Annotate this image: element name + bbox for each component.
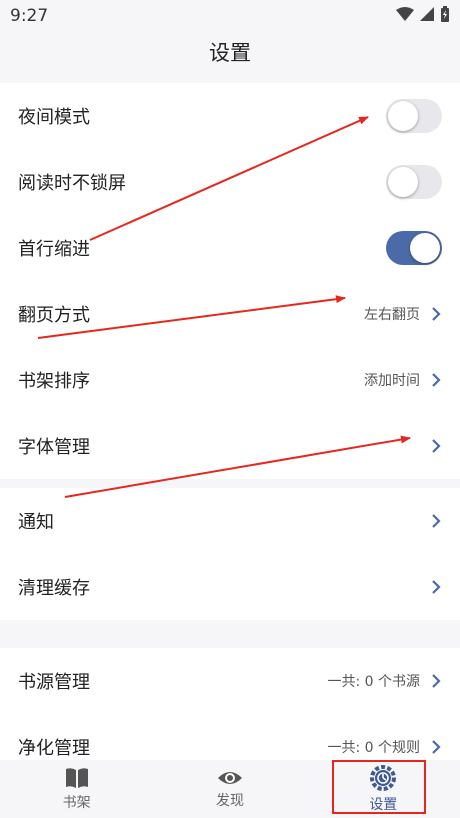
book-icon (65, 768, 88, 788)
setting-row-page-turn[interactable]: 翻页方式 左右翻页 (0, 281, 460, 347)
setting-label: 书源管理 (18, 672, 90, 693)
battery-icon (441, 6, 449, 22)
tab-discover[interactable]: 发现 (153, 760, 306, 818)
setting-row-book-source[interactable]: 书源管理 一共: 0 个书源 (0, 648, 460, 714)
status-bar: 9:27 (0, 0, 460, 32)
setting-value: 一共: 0 个规则 (327, 740, 420, 756)
signal-icon (420, 7, 434, 21)
page-title: 设置 (209, 41, 251, 65)
setting-value: 一共: 0 个书源 (327, 674, 420, 690)
title-bar: 设置 (0, 32, 460, 76)
chevron-right-icon (432, 514, 441, 528)
wifi-icon (396, 7, 414, 21)
night-mode-toggle[interactable] (386, 99, 442, 133)
setting-row-night-mode[interactable]: 夜间模式 (0, 83, 460, 149)
setting-value: 左右翻页 (364, 307, 420, 323)
toggle-knob (388, 101, 418, 131)
eye-icon (217, 772, 242, 784)
toggle-knob (410, 233, 440, 263)
chevron-right-icon (432, 373, 441, 387)
first-line-indent-toggle[interactable] (386, 231, 442, 265)
tab-bookshelf[interactable]: 书架 (0, 760, 153, 818)
setting-label: 夜间模式 (18, 107, 90, 128)
section-display: 夜间模式 阅读时不锁屏 首行缩进 翻页方式 左右翻页 书架排序 添加时间 字体管… (0, 83, 460, 479)
setting-label: 清理缓存 (18, 578, 90, 599)
toggle-knob (388, 167, 418, 197)
setting-label: 书架排序 (18, 371, 90, 392)
status-time: 9:27 (10, 6, 49, 26)
chevron-right-icon (432, 439, 441, 453)
setting-row-font-manage[interactable]: 字体管理 (0, 413, 460, 479)
tab-label: 发现 (215, 793, 244, 809)
annotation-highlight-box (332, 760, 426, 814)
chevron-right-icon (432, 307, 441, 321)
setting-row-clear-cache[interactable]: 清理缓存 (0, 554, 460, 620)
chevron-right-icon (432, 674, 441, 688)
setting-row-notification[interactable]: 通知 (0, 488, 460, 554)
setting-row-first-line-indent[interactable]: 首行缩进 (0, 215, 460, 281)
chevron-right-icon (432, 580, 441, 594)
setting-label: 首行缩进 (18, 239, 90, 260)
tab-label: 书架 (62, 795, 91, 811)
status-icons (396, 6, 450, 22)
section-general: 通知 清理缓存 (0, 488, 460, 620)
keep-screen-on-toggle[interactable] (386, 165, 442, 199)
setting-label: 阅读时不锁屏 (18, 173, 126, 194)
setting-label: 净化管理 (18, 738, 90, 759)
setting-label: 字体管理 (18, 437, 90, 458)
setting-value: 添加时间 (364, 373, 420, 389)
setting-label: 翻页方式 (18, 305, 90, 326)
chevron-right-icon (432, 740, 441, 754)
setting-row-shelf-sort[interactable]: 书架排序 添加时间 (0, 347, 460, 413)
setting-label: 通知 (18, 512, 54, 533)
setting-row-keep-screen-on[interactable]: 阅读时不锁屏 (0, 149, 460, 215)
